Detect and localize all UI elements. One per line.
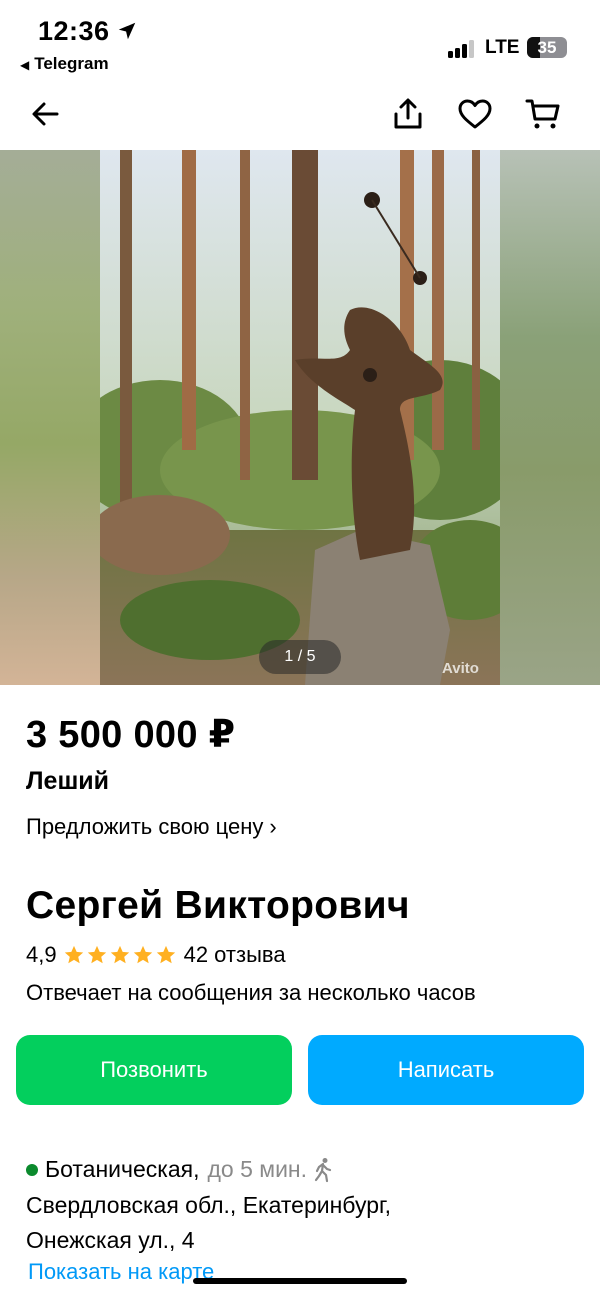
rating-value: 4,9 (26, 942, 57, 967)
listing-photo[interactable] (100, 150, 500, 685)
status-bar: 12:36 ◀ Telegram LTE 35 (0, 0, 600, 80)
call-button[interactable]: Позвонить (16, 1035, 292, 1105)
photo-gallery[interactable]: 1 / 5 Avito (0, 150, 600, 685)
share-icon[interactable] (390, 96, 426, 132)
signal-icon (448, 38, 478, 58)
seller-rating[interactable]: 4,9 42 отзыва (26, 942, 286, 968)
star-icon (110, 945, 129, 964)
back-to-app-link[interactable]: ◀ Telegram (20, 54, 109, 74)
address-line-1: Свердловская обл., Екатеринбург, (26, 1192, 391, 1218)
home-indicator[interactable] (193, 1278, 407, 1284)
favorite-heart-icon[interactable] (457, 96, 493, 132)
metro-line-dot (26, 1163, 38, 1176)
star-icon (156, 945, 175, 964)
response-time: Отвечает на сообщения за несколько часов (26, 980, 476, 1005)
address-line-2: Онежская ул., 4 (26, 1227, 195, 1253)
walk-distance: до 5 мин. (207, 1156, 308, 1182)
reviews-count: 42 отзыва (183, 942, 286, 967)
metro-name: Ботаническая, (45, 1156, 200, 1182)
metro-station: Ботаническая, до 5 мин. (26, 1156, 335, 1183)
star-icon (133, 945, 152, 964)
location-arrow-icon (118, 22, 136, 40)
show-on-map-link[interactable]: Показать на карте (28, 1259, 214, 1285)
offer-price-label: Предложить свою цену (26, 814, 264, 839)
gallery-blur-left (0, 150, 100, 685)
back-app-label: Telegram (34, 54, 109, 73)
top-nav (0, 80, 600, 150)
star-icon (64, 945, 83, 964)
rating-stars (63, 944, 178, 966)
avito-watermark: Avito (442, 660, 479, 677)
chevron-right-icon: › (269, 814, 277, 839)
status-time: 12:36 (38, 16, 110, 46)
gallery-blur-right (500, 150, 600, 685)
gallery-counter: 1 / 5 (259, 640, 341, 674)
listing-price: 3 500 000 ₽ (26, 714, 236, 756)
back-triangle-icon: ◀ (20, 58, 30, 72)
seller-name[interactable]: Сергей Викторович (26, 884, 410, 928)
battery-level: 35 (537, 38, 557, 57)
offer-price-link[interactable]: Предложить свою цену › (26, 814, 277, 840)
battery-icon: 35 (527, 37, 567, 58)
back-arrow-icon[interactable] (27, 96, 63, 132)
listing-title: Леший (26, 767, 110, 795)
walking-person-icon (314, 1157, 332, 1182)
write-button[interactable]: Написать (308, 1035, 584, 1105)
cart-icon[interactable] (525, 96, 561, 132)
star-icon (87, 945, 106, 964)
network-type: LTE (485, 37, 520, 58)
